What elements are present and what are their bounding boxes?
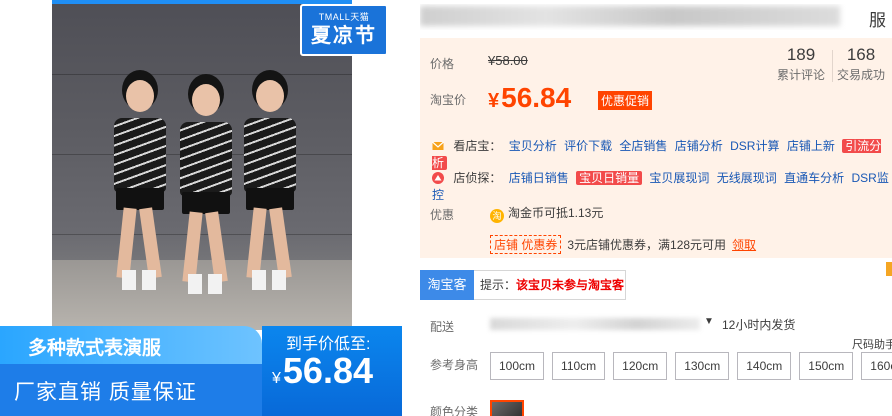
sales-stat[interactable]: 168 交易成功 <box>826 44 892 83</box>
shop-tool-link[interactable]: 店铺上新 <box>787 139 835 153</box>
product-detail-panel: 服 价格 ¥58.00 189 累计评论 168 交易成功 淘宝价 ¥56.84… <box>420 0 892 416</box>
size-helper-link[interactable]: 尺码助手 <box>852 336 892 352</box>
tb-price-label: 淘宝价 <box>430 93 467 107</box>
promo-slogan-top: 多种款式表演服 <box>0 326 262 364</box>
spy-tools-row: 店侦探： 店铺日销售 宝贝日销量 宝贝展现词 无线展现词 直通车分析 DSR监控 <box>432 169 892 203</box>
promotion-tag[interactable]: 优惠促销 <box>598 91 653 110</box>
shop-tool-link[interactable]: 宝贝分析 <box>509 139 557 153</box>
size-option[interactable]: 140cm <box>737 352 792 380</box>
promo-price-value: 56.84 <box>282 350 373 391</box>
sales-count: 168 <box>846 45 876 64</box>
daily-sales-link[interactable]: 宝贝日销量 <box>576 171 643 185</box>
shop-tools-row: 看店宝： 宝贝分析 评价下载 全店销售 店铺分析 DSR计算 店铺上新 引流分析 <box>432 137 892 171</box>
tmall-summer-badge: TMALL天猫 夏凉节 <box>300 4 388 56</box>
discount-label: 优惠 <box>430 208 455 222</box>
shop-tools-title: 看店宝： <box>453 139 502 153</box>
size-option[interactable]: 130cm <box>675 352 730 380</box>
delivery-location-blurred[interactable] <box>490 318 700 330</box>
taoke-warning: 该宝贝未参与淘宝客 <box>516 278 625 292</box>
taoke-notice: 提示：该宝贝未参与淘宝客 <box>474 270 626 300</box>
shop-tool-link[interactable]: 评价下载 <box>564 139 612 153</box>
size-option[interactable]: 160cm <box>861 352 892 380</box>
spy-tool-link[interactable]: 宝贝展现词 <box>649 171 709 185</box>
detective-icon <box>432 172 444 184</box>
promo-banner: 多种款式表演服 厂家直销 质量保证 到手价低至: ¥56.84 <box>0 326 402 416</box>
claim-coupon-link[interactable]: 领取 <box>732 238 756 252</box>
color-label: 颜色分类 <box>430 405 479 416</box>
list-price-label: 价格 <box>430 57 455 71</box>
wall-panel-line <box>52 74 352 75</box>
spy-tool-link[interactable]: 无线展现词 <box>717 171 777 185</box>
promo-line-2: 厂家直销 质量保证 <box>14 381 197 404</box>
dancer-figure <box>104 80 174 290</box>
taoke-tab[interactable]: 淘宝客 <box>420 270 474 300</box>
envelope-icon <box>432 141 444 150</box>
sales-label: 交易成功 <box>836 68 885 82</box>
title-blurred-text <box>420 6 840 26</box>
title-visible-text: 服 <box>869 11 886 30</box>
product-image-panel[interactable]: TMALL天猫 夏凉节 多种款式表演服 厂家直销 质量保证 到手价低至: ¥56… <box>0 0 402 416</box>
shop-coupon: 店铺 优惠券 3元店铺优惠券，满128元可用 领取 <box>490 235 756 254</box>
side-edge-tag <box>886 262 892 276</box>
coin-text: 淘金币可抵1.13元 <box>508 206 604 220</box>
tb-price-value: 56.84 <box>501 82 572 113</box>
chevron-down-icon[interactable]: ▼ <box>704 316 714 327</box>
list-price: ¥58.00 <box>488 53 528 68</box>
delivery-label: 配送 <box>430 320 455 334</box>
tb-price: ¥56.84 <box>488 82 571 114</box>
spy-tool-link[interactable]: 直通车分析 <box>784 171 844 185</box>
color-swatch[interactable] <box>490 400 524 416</box>
promo-slogan-bottom: 厂家直销 质量保证 <box>0 364 262 416</box>
summer-festival-title: 夏凉节 <box>311 25 377 47</box>
dancer-figure <box>234 80 304 290</box>
promo-price-block: 到手价低至: ¥56.84 <box>262 326 402 416</box>
promo-price: ¥56.84 <box>272 350 373 392</box>
promo-line-1: 多种款式表演服 <box>28 338 162 359</box>
spy-tools-title: 店侦探： <box>453 171 502 185</box>
coin-icon: 淘 <box>490 209 504 223</box>
shop-tool-link[interactable]: 店铺分析 <box>675 139 723 153</box>
taoke-prompt: 提示： <box>480 278 517 292</box>
shipping-time: 12小时内发货 <box>722 318 796 332</box>
size-label: 参考身高 <box>430 358 479 372</box>
size-option[interactable]: 120cm <box>613 352 668 380</box>
size-option[interactable]: 110cm <box>552 352 606 380</box>
shop-tool-link[interactable]: 全店销售 <box>619 139 667 153</box>
promo-price-symbol: ¥ <box>272 370 281 387</box>
tb-price-symbol: ¥ <box>488 90 500 112</box>
size-option[interactable]: 150cm <box>799 352 854 380</box>
coupon-text: 3元店铺优惠券，满128元可用 <box>567 238 727 252</box>
tmall-brand-text: TMALL天猫 <box>318 12 370 22</box>
price-box: 价格 ¥58.00 189 累计评论 168 交易成功 淘宝价 ¥56.84 优… <box>420 38 892 258</box>
dancer-figure <box>170 84 240 294</box>
size-options: 100cm 110cm 120cm 130cm 140cm 150cm 160c… <box>490 352 892 380</box>
taojinbi-offer: 淘淘金币可抵1.13元 <box>490 204 603 223</box>
coupon-badge: 店铺 优惠券 <box>490 235 562 254</box>
size-option[interactable]: 100cm <box>490 352 545 380</box>
spy-tool-link[interactable]: 店铺日销售 <box>509 171 569 185</box>
shop-tool-link[interactable]: DSR计算 <box>730 139 779 153</box>
product-title: 服 <box>420 4 892 30</box>
